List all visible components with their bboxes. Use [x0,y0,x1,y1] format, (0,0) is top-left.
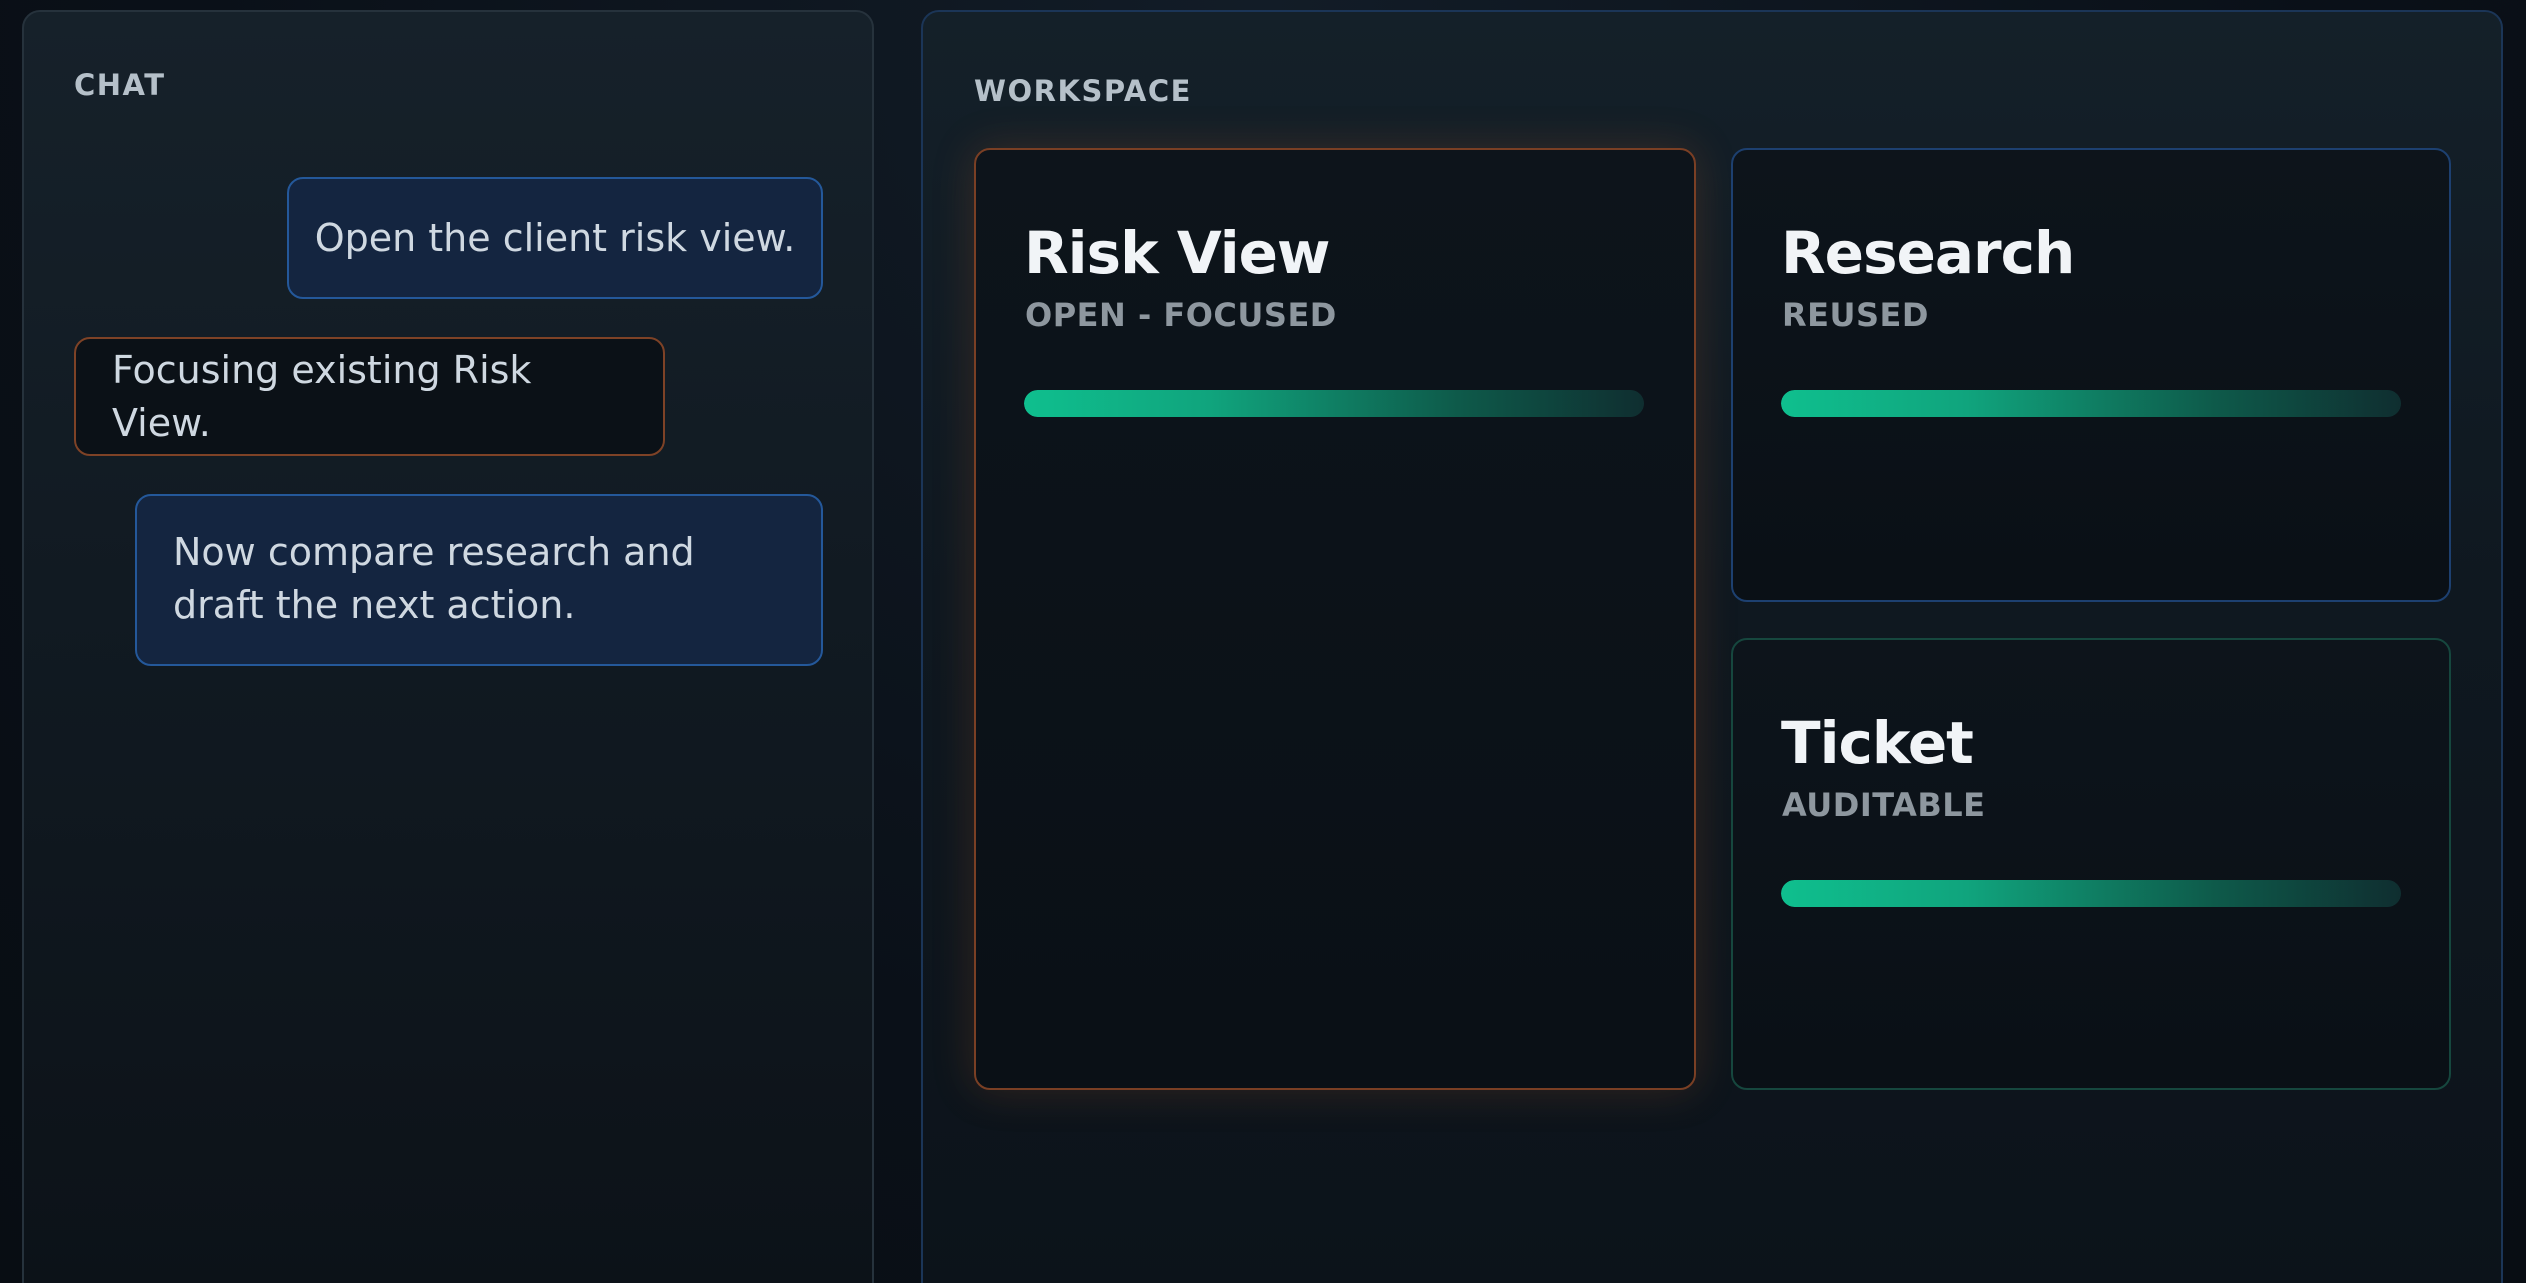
progress-bar [1781,880,2401,907]
card-title: Research [1781,219,2075,287]
chat-message-text: Focusing existing Risk View. [112,347,532,445]
progress-fill [1781,880,2401,907]
workspace-heading: WORKSPACE [974,74,1192,108]
progress-fill [1024,390,1644,417]
workspace-card-risk-view[interactable]: Risk View OPEN - FOCUSED [974,148,1696,1090]
progress-fill [1781,390,2401,417]
chat-message-user: Open the client risk view. [287,177,823,299]
card-status: REUSED [1782,296,1929,334]
progress-bar [1024,390,1644,417]
workspace-panel: WORKSPACE Risk View OPEN - FOCUSED Resea… [921,10,2503,1283]
card-title: Ticket [1781,709,1974,777]
chat-message-text: Now compare research and draft the next … [173,530,695,627]
chat-message-text: Open the client risk view. [314,215,796,260]
card-title: Risk View [1024,219,1330,287]
chat-panel: CHAT Open the client risk view. Focusing… [22,10,874,1283]
chat-heading: CHAT [74,68,166,102]
chat-message-user: Now compare research and draft the next … [135,494,823,666]
workspace-card-research[interactable]: Research REUSED [1731,148,2451,602]
progress-bar [1781,390,2401,417]
card-status: AUDITABLE [1782,786,1986,824]
chat-message-assistant: Focusing existing Risk View. [74,337,665,456]
card-status: OPEN - FOCUSED [1025,296,1337,334]
workspace-card-ticket[interactable]: Ticket AUDITABLE [1731,638,2451,1090]
